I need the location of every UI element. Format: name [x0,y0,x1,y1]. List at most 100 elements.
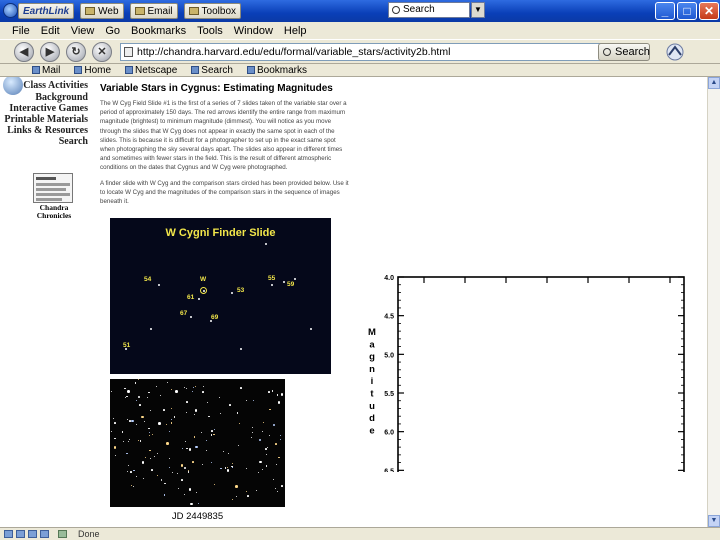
field-star [158,422,161,425]
status-bar: Done [0,527,720,540]
email-button[interactable]: Email [129,3,178,19]
field-star [114,437,116,440]
article: Variable Stars in Cygnus: Estimating Mag… [100,83,350,212]
field-star [229,404,231,406]
field-star [205,449,208,452]
composer-icon[interactable] [28,530,37,538]
field-star [150,409,152,411]
field-star [226,469,230,472]
nav-background[interactable]: Background [0,92,88,103]
mail-icon [32,66,40,74]
field-star [171,471,173,473]
field-star [163,409,165,411]
personal-bookmarks[interactable]: Bookmarks [246,65,307,76]
menu-window[interactable]: Window [234,25,273,37]
menu-tools[interactable]: Tools [197,25,223,37]
nav-printable-materials[interactable]: Printable Materials [0,114,88,125]
security-icon [58,530,67,538]
field-star [275,443,277,445]
netscape-throbber-icon[interactable] [664,42,686,62]
star-label: 54 [144,276,152,283]
field-star [166,382,168,384]
toolbox-button[interactable]: Toolbox [183,3,241,19]
menu-bookmarks[interactable]: Bookmarks [131,25,186,37]
field-star [187,469,189,472]
star-label: 69 [211,314,219,321]
web-button[interactable]: Web [80,3,124,19]
url-input[interactable]: http://chandra.harvard.edu/edu/formal/va… [120,43,606,61]
bookmarks-icon [246,66,255,74]
field-star [261,469,263,471]
stop-button[interactable]: ✕ [92,42,112,62]
address-book-icon[interactable] [40,530,49,538]
back-button[interactable]: ◀ [14,42,34,62]
menu-edit[interactable]: Edit [41,25,60,37]
nav-search[interactable]: Search [0,136,88,147]
field-star [160,394,162,396]
close-button[interactable]: ✕ [699,2,719,20]
reload-button[interactable]: ↻ [66,42,86,62]
nav-interactive-games[interactable]: Interactive Games [0,103,88,114]
field-star [178,488,180,490]
search-icon [603,48,611,56]
chandra-chronicles-thumbnail[interactable] [33,173,73,203]
field-star [236,495,238,497]
field-star [271,390,273,392]
menu-file[interactable]: File [12,25,30,37]
toolbox-label: Toolbox [201,5,236,17]
field-star [190,502,193,506]
menu-help[interactable]: Help [284,25,307,37]
web-label: Web [98,5,119,17]
field-star [218,397,220,399]
field-star [185,412,187,413]
field-star [231,465,233,468]
nav-class-activities[interactable]: Class Activities [0,80,88,91]
field-star [111,431,113,433]
navigator-icon[interactable] [4,530,13,538]
forward-button[interactable]: ▶ [40,42,60,62]
field-star [123,441,125,443]
menu-go[interactable]: Go [105,25,120,37]
nav-links-resources[interactable]: Links & Resources [0,125,88,136]
personal-search[interactable]: Search [191,65,233,76]
field-star [278,456,280,459]
field-star [149,449,151,452]
field-star [114,422,116,424]
field-star [126,395,128,398]
article-paragraph: The W Cyg Field Slide #1 is the first of… [100,100,347,172]
field-star [164,482,166,485]
field-star [237,444,240,447]
field-star [135,424,137,425]
personal-mail[interactable]: Mail [32,65,60,76]
chevron-down-icon[interactable]: ▼ [471,2,485,18]
field-star [224,467,226,469]
field-star [147,397,149,399]
earthlink-search-input[interactable]: Search [388,2,470,18]
menu-view[interactable]: View [71,25,95,37]
title-bar: EarthLink Web Email Toolbox Search ▼ _ □… [0,0,720,22]
vertical-scrollbar[interactable]: ▲ ▼ [707,77,720,527]
field-star [211,430,213,432]
y-axis-label-letter: a [369,339,375,350]
mail-icon[interactable] [16,530,25,538]
minimize-button[interactable]: _ [655,2,675,20]
earthlink-button[interactable]: EarthLink [18,3,75,19]
url-text: http://chandra.harvard.edu/edu/formal/va… [137,46,451,58]
search-button[interactable]: Search [598,43,650,61]
personal-netscape[interactable]: Netscape [125,65,177,76]
field-star [169,431,171,433]
field-star [262,431,264,432]
scroll-up-arrow-icon[interactable]: ▲ [708,77,720,89]
y-axis-label-letter: u [369,401,375,412]
star-label: 59 [287,281,295,288]
field-star [280,393,283,396]
scroll-down-arrow-icon[interactable]: ▼ [708,515,720,527]
field-star [208,415,210,417]
maximize-button[interactable]: □ [677,2,697,20]
field-star [246,400,247,402]
personal-home[interactable]: Home [74,65,111,76]
chandra-chronicles-label[interactable]: Chandra Chronicles [30,204,78,220]
field-star [136,475,138,477]
field-star [219,412,221,414]
field-star [256,490,258,492]
